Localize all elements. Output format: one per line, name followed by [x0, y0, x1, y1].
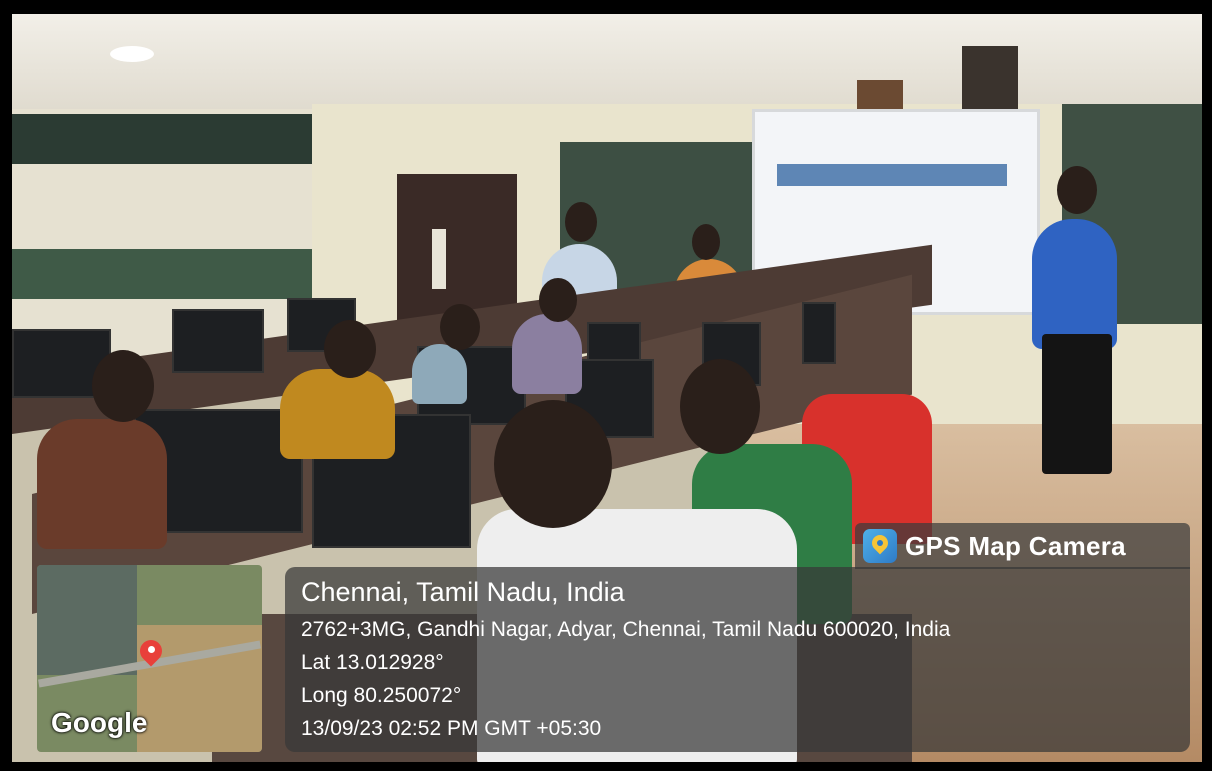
screen-banner	[777, 164, 1007, 186]
seated-student	[280, 369, 395, 459]
seated-student	[512, 314, 582, 394]
latitude: Lat 13.012928°	[301, 651, 444, 674]
person-head	[680, 359, 760, 454]
longitude: Long 80.250072°	[301, 684, 462, 707]
photo: GPS Map Camera Chennai, Tamil Nadu, Indi…	[0, 0, 1212, 771]
address: 2762+3MG, Gandhi Nagar, Adyar, Chennai, …	[301, 618, 951, 641]
wall-band	[12, 249, 322, 299]
wall-band	[12, 114, 312, 164]
ceiling-light	[110, 46, 154, 62]
person-head	[494, 400, 612, 528]
door-window	[432, 229, 446, 289]
monitor	[172, 309, 264, 373]
person-head	[1057, 166, 1097, 214]
monitor	[802, 302, 836, 364]
map-buildings	[37, 565, 137, 675]
wall-picture	[962, 46, 1018, 110]
place-name: Chennai, Tamil Nadu, India	[301, 577, 625, 607]
seated-student	[412, 344, 467, 404]
map-attribution: Google	[51, 707, 148, 738]
person-head	[440, 304, 480, 350]
standing-person	[1032, 219, 1117, 349]
person-head	[692, 224, 720, 260]
mini-map: Google	[37, 565, 262, 752]
location-info-panel: Chennai, Tamil Nadu, India 2762+3MG, Gan…	[285, 567, 1190, 752]
standing-person-legs	[1042, 334, 1112, 474]
app-badge: GPS Map Camera	[855, 523, 1190, 569]
seated-student	[37, 419, 167, 549]
location-pin-dot	[148, 646, 155, 653]
datetime: 13/09/23 02:52 PM GMT +05:30	[301, 717, 602, 740]
person-head	[565, 202, 597, 242]
person-head	[539, 278, 577, 322]
gps-map-camera-icon	[863, 529, 897, 563]
app-name: GPS Map Camera	[905, 530, 1126, 561]
person-head	[92, 350, 154, 422]
person-head	[324, 320, 376, 378]
